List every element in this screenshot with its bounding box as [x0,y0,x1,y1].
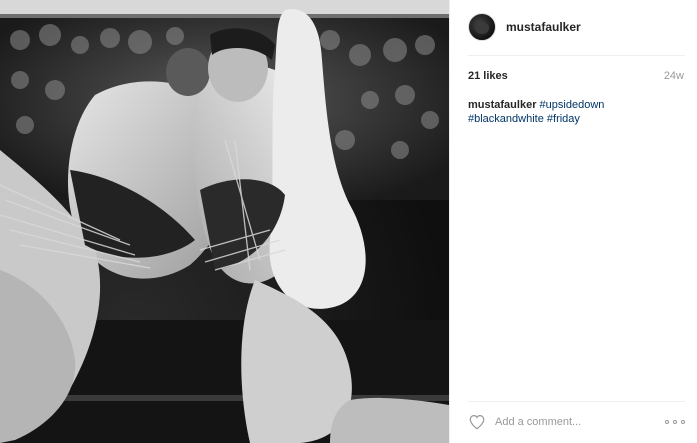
hashtag-link-friday[interactable]: #friday [547,113,580,125]
post-photo-artwork [0,0,449,443]
avatar-icon[interactable] [468,13,496,41]
post-meta: 21 likes 24w [468,70,684,82]
ellipsis-dot [681,420,685,424]
ellipsis-dot [665,420,669,424]
heart-outline-icon[interactable] [468,413,486,431]
caption-author-link[interactable]: mustafaulker [468,99,536,111]
hashtag-link-upsidedown[interactable]: #upsidedown [540,99,605,111]
ellipsis-dot [673,420,677,424]
likes-count[interactable]: 21 likes [468,70,508,82]
comment-bar [468,401,685,433]
username-link[interactable]: mustafaulker [506,20,581,34]
header-divider [468,55,685,56]
post-card: mustafaulker 21 likes 24w mustafaulker #… [0,0,697,443]
hashtag-link-blackandwhite[interactable]: #blackandwhite [468,113,544,125]
post-caption: mustafaulker #upsidedown #blackandwhite … [468,98,685,126]
add-comment-input[interactable] [495,416,665,428]
ellipsis-icon[interactable] [665,419,685,425]
comment-divider [468,401,685,402]
post-age[interactable]: 24w [664,70,684,82]
post-header: mustafaulker [468,12,581,42]
post-sidebar: mustafaulker 21 likes 24w mustafaulker #… [449,0,697,443]
post-photo[interactable] [0,0,449,443]
